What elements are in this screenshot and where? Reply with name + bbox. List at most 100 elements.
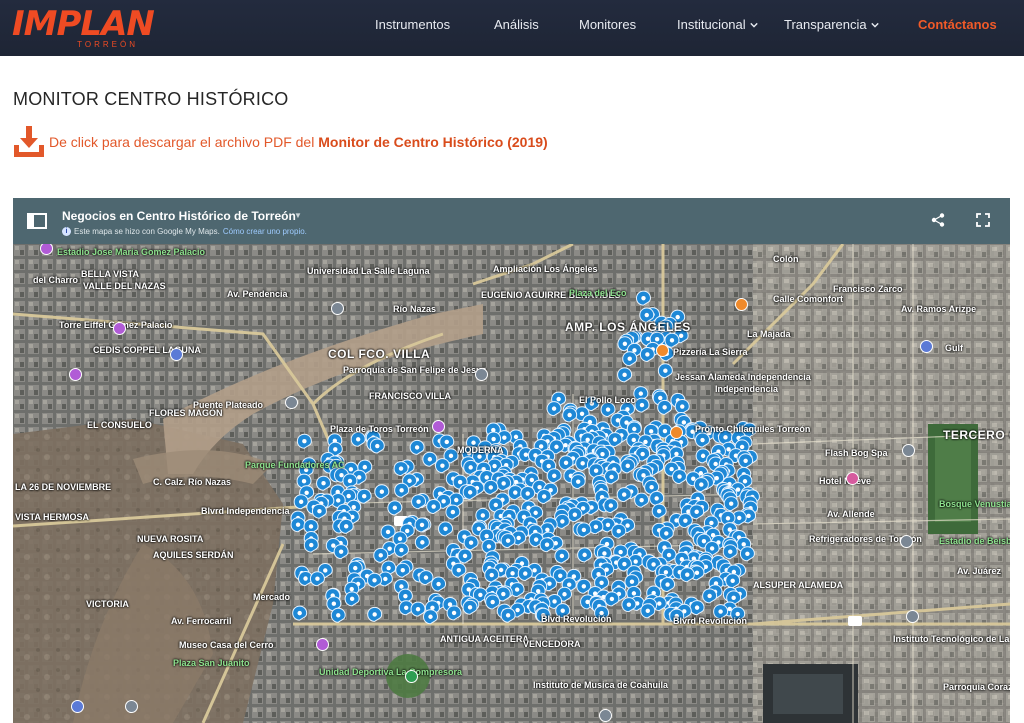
marker-dot <box>558 573 563 578</box>
marker-dot <box>616 528 621 534</box>
marker-dot <box>400 567 405 573</box>
marker-dot <box>562 592 567 597</box>
marker-dot <box>398 466 404 471</box>
marker-dot <box>331 601 337 606</box>
share-icon[interactable] <box>931 213 945 227</box>
marker-dot <box>416 499 421 504</box>
marker-dot <box>666 552 672 558</box>
download-icon[interactable] <box>12 125 46 159</box>
satellite-map[interactable] <box>13 244 1010 723</box>
marker-dot <box>450 509 456 515</box>
top-navbar: IMPLAN TORREÓN Instrumentos Análisis Mon… <box>0 0 1024 56</box>
nav-contactanos[interactable]: Contáctanos <box>918 17 997 33</box>
marker-dot <box>321 481 326 486</box>
marker-dot <box>654 496 659 501</box>
marker-dot <box>303 576 308 581</box>
nav-instrumentos[interactable]: Instrumentos <box>375 17 450 33</box>
fullscreen-icon[interactable] <box>976 213 990 227</box>
marker-dot <box>560 519 565 524</box>
marker-dot <box>662 428 668 434</box>
marker-dot <box>694 509 699 515</box>
marker-dot <box>467 605 473 610</box>
marker-dot <box>589 401 595 406</box>
nav-institucional[interactable]: Institucional <box>677 17 758 33</box>
marker-dot <box>505 538 511 543</box>
marker-dot <box>575 479 581 484</box>
marker-dot <box>420 540 425 545</box>
marker-dot <box>362 464 368 470</box>
marker-dot <box>533 510 538 516</box>
marker-dot <box>414 445 420 450</box>
marker-dot <box>713 461 718 467</box>
marker-dot <box>315 576 320 581</box>
marker-dot <box>462 553 468 559</box>
marker-dot <box>737 515 742 521</box>
map-howto-link[interactable]: Cómo crear uno propio. <box>223 227 307 236</box>
marker-dot <box>544 542 550 547</box>
marker-dot <box>477 454 482 459</box>
marker-dot <box>552 473 557 478</box>
nav-analisis[interactable]: Análisis <box>494 17 539 33</box>
marker-dot <box>338 549 344 554</box>
marker-dot <box>427 457 433 462</box>
marker-dot <box>488 485 493 490</box>
marker-dot <box>399 584 404 589</box>
chevron-down-icon <box>870 22 879 28</box>
map-title[interactable]: Negocios en Centro Histórico de Torreón <box>62 209 296 223</box>
marker-dot <box>664 531 669 536</box>
marker-dot <box>559 553 565 559</box>
nav-transparencia[interactable]: Transparencia <box>784 17 879 33</box>
marker-dot <box>529 477 535 483</box>
marker-dot <box>436 581 441 587</box>
marker-dot <box>301 478 307 484</box>
download-text: De click para descargar el archivo PDF d… <box>49 134 548 150</box>
marker-dot <box>441 499 446 504</box>
marker-dot <box>554 444 559 450</box>
marker-dot <box>347 478 353 484</box>
marker-dot <box>476 526 482 531</box>
marker-dot <box>593 468 599 473</box>
marker-dot <box>580 506 586 511</box>
marker-dot <box>403 593 408 599</box>
nav-monitores[interactable]: Monitores <box>579 17 636 33</box>
marker-dot <box>309 542 314 548</box>
marker-dot <box>428 614 433 619</box>
marker-dot <box>627 356 632 361</box>
marker-dot <box>572 512 578 517</box>
marker-dot <box>510 571 515 576</box>
marker-dot <box>490 599 495 605</box>
marker-dot <box>581 527 587 533</box>
marker-dot <box>484 475 489 480</box>
marker-dot <box>700 437 705 443</box>
implan-logo[interactable]: IMPLAN TORREÓN <box>12 6 155 50</box>
title-caret-icon[interactable]: ▼ <box>294 211 302 220</box>
download-pdf-link[interactable]: Monitor de Centro Histórico (2019) <box>318 134 547 150</box>
marker-dot <box>674 613 679 619</box>
marker-dot <box>348 467 354 472</box>
embedded-map[interactable]: Negocios en Centro Histórico de Torreón … <box>13 198 1010 723</box>
marker-dot <box>747 427 752 433</box>
marker-dot <box>651 562 656 567</box>
marker-dot <box>516 535 521 541</box>
marker-dot <box>581 584 587 589</box>
marker-dot <box>694 605 700 610</box>
marker-dot <box>533 537 539 542</box>
marker-dot <box>563 442 568 448</box>
marker-dot <box>608 503 614 508</box>
marker-dot <box>709 520 714 526</box>
marker-dot <box>669 338 675 343</box>
marker-dot <box>649 485 654 490</box>
marker-dot <box>466 451 472 456</box>
marker-dot <box>631 437 636 443</box>
marker-dot <box>556 396 561 402</box>
marker-dot <box>742 479 748 484</box>
chevron-down-icon <box>749 22 758 28</box>
marker-dot <box>585 437 590 442</box>
marker-dot <box>457 479 463 485</box>
nav-label: Institucional <box>677 17 746 32</box>
marker-dot <box>372 612 377 617</box>
marker-dot <box>431 504 436 509</box>
marker-dot <box>694 570 700 576</box>
sidebar-toggle-icon[interactable] <box>27 213 47 229</box>
map-subtitle: i Este mapa se hizo con Google My Maps. … <box>62 227 307 236</box>
